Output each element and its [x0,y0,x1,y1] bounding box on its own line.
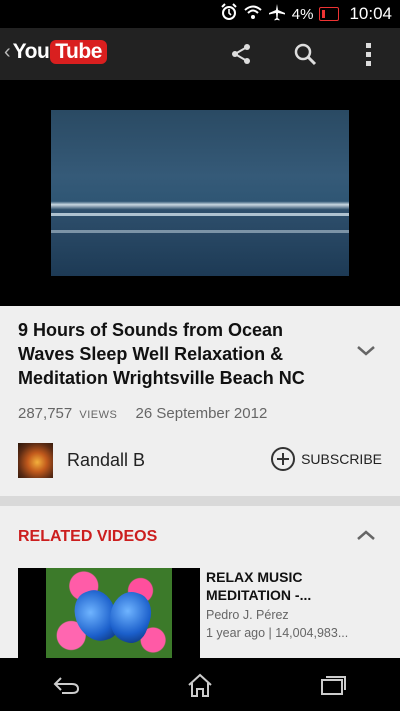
search-icon [294,43,317,66]
battery-percent: 4% [291,5,314,23]
related-video-item[interactable]: RELAX MUSIC MEDITATION -... Pedro J. Pér… [18,568,382,658]
view-count: 287,757 [18,405,73,422]
home-icon [188,673,212,697]
logo-you-text: You [12,40,50,63]
plus-circle-icon [271,447,296,471]
channel-name[interactable]: Randall B [67,450,145,471]
related-video-author: Pedro J. Pérez [206,608,289,622]
overflow-menu-button[interactable] [352,37,386,71]
related-video-title[interactable]: RELAX MUSIC MEDITATION -... [206,568,382,604]
battery-icon [319,7,340,21]
home-button[interactable] [170,665,230,705]
clock: 10:04 [349,4,392,23]
collapse-related-button[interactable] [356,528,380,544]
youtube-logo[interactable]: ‹ You Tube [4,40,107,64]
video-player[interactable] [0,80,400,306]
share-button[interactable] [224,37,258,71]
alarm-icon [220,3,238,25]
airplane-icon [268,3,286,25]
search-button[interactable] [288,37,322,71]
recents-icon [321,675,347,695]
related-video-thumbnail[interactable] [18,568,200,658]
chevron-down-icon [357,346,375,356]
section-divider [0,496,400,506]
app-actions [224,28,386,80]
wave-foam [51,213,349,216]
system-nav-bar [0,658,400,711]
video-frame-ocean[interactable] [51,110,349,276]
back-icon [53,676,79,694]
wave-foam [51,230,349,233]
views-label: VIEWS [79,409,118,421]
subscribe-label: SUBSCRIBE [301,451,382,467]
share-icon [232,44,250,64]
chevron-up-icon [357,530,375,540]
app-bar: ‹ You Tube [0,28,400,81]
status-bar: 4% 10:04 [0,0,400,28]
video-info: 9 Hours of Sounds from Ocean Waves Sleep… [0,306,400,496]
upload-date: 26 September 2012 [135,405,268,422]
logo-tube-text: Tube [50,40,107,64]
wifi-icon [244,4,262,24]
related-videos-header: RELATED VIDEOS [18,528,158,545]
avatar[interactable] [18,442,53,478]
channel-row[interactable]: Randall B SUBSCRIBE [18,440,382,480]
video-title: 9 Hours of Sounds from Ocean Waves Sleep… [18,320,305,388]
back-button[interactable] [37,665,97,705]
video-meta: 287,757 VIEWS 26 September 2012 [18,405,267,422]
subscribe-button[interactable]: SUBSCRIBE [271,447,382,471]
expand-description-button[interactable] [356,344,380,362]
related-video-stats: 1 year ago | 14,004,983... [206,626,349,640]
status-icons: 4% 10:04 [220,0,392,28]
related-videos-section: RELATED VIDEOS RELAX MUSIC MEDITATION -.… [0,506,400,658]
recents-button[interactable] [303,665,363,705]
chevron-left-icon: ‹ [4,40,11,63]
overflow-menu-icon [366,43,371,66]
